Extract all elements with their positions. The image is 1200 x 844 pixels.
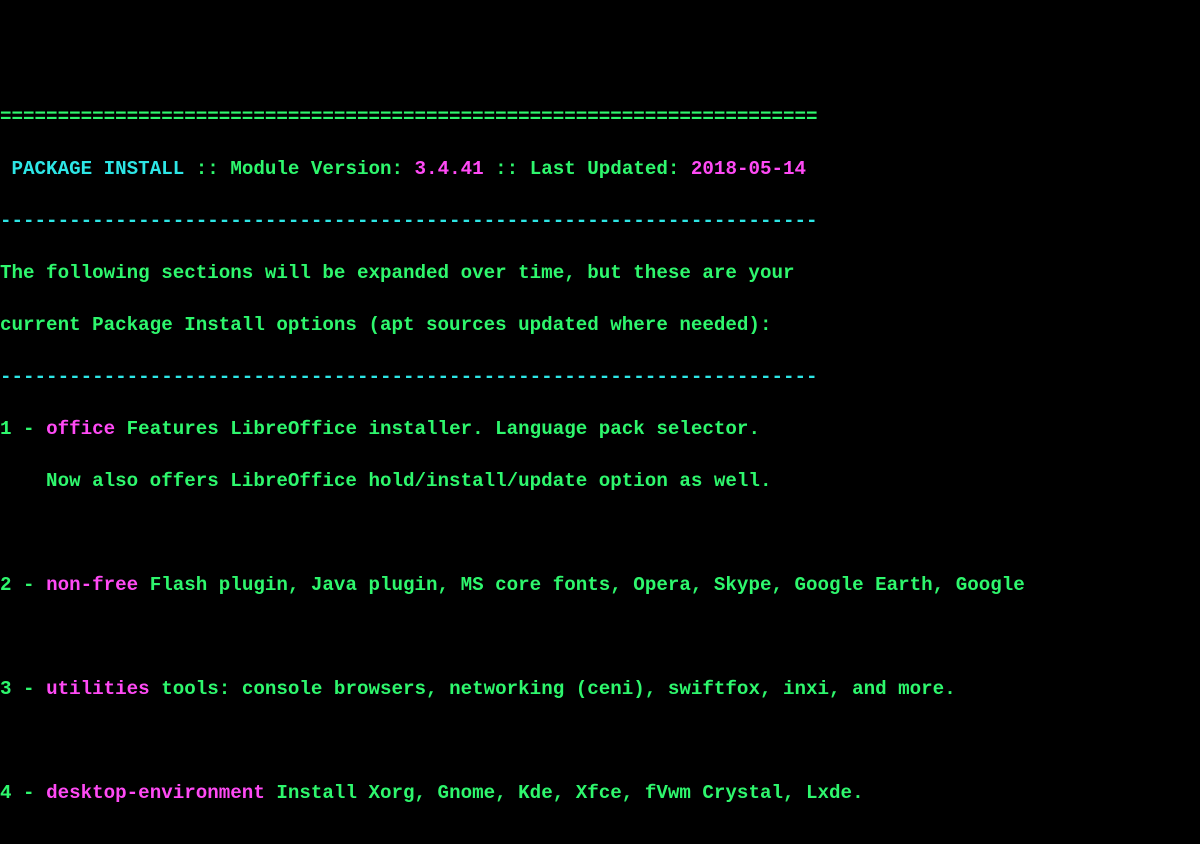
menu-item-num[interactable]: 1 bbox=[0, 418, 12, 440]
menu-item-dash: - bbox=[12, 418, 47, 440]
menu-item-name-utilities[interactable]: utilities bbox=[46, 678, 150, 700]
menu-item-name-desktop-environment[interactable]: desktop-environment bbox=[46, 782, 265, 804]
header-title-package: PACKAGE bbox=[12, 158, 93, 180]
menu-item-num[interactable]: 2 bbox=[0, 574, 12, 596]
menu-item-name-nonfree[interactable]: non-free bbox=[46, 574, 138, 596]
menu-item-dash: - bbox=[12, 782, 47, 804]
last-updated: 2018-05-14 bbox=[691, 158, 806, 180]
menu-item-num[interactable]: 4 bbox=[0, 782, 12, 804]
header-sep-2: :: bbox=[484, 158, 530, 180]
intro-line-2: current Package Install options (apt sou… bbox=[0, 314, 771, 336]
intro-line-1: The following sections will be expanded … bbox=[0, 262, 795, 284]
header-sep-1: :: bbox=[184, 158, 230, 180]
menu-item-desc: Features LibreOffice installer. Language… bbox=[115, 418, 760, 440]
menu-item-desc-extra: Now also offers LibreOffice hold/install… bbox=[0, 470, 771, 492]
divider-eq-top: ========================================… bbox=[0, 106, 818, 128]
last-updated-label: Last Updated: bbox=[530, 158, 691, 180]
menu-item-desc: tools: console browsers, networking (cen… bbox=[150, 678, 956, 700]
menu-item-dash: - bbox=[12, 574, 47, 596]
divider-dash-1: ----------------------------------------… bbox=[0, 210, 818, 232]
menu-item-dash: - bbox=[12, 678, 47, 700]
menu-item-num[interactable]: 3 bbox=[0, 678, 12, 700]
module-version-label: Module Version: bbox=[230, 158, 414, 180]
menu-item-desc: Install Xorg, Gnome, Kde, Xfce, fVwm Cry… bbox=[265, 782, 864, 804]
divider-dash-2: ----------------------------------------… bbox=[0, 366, 818, 388]
menu-item-desc: Flash plugin, Java plugin, MS core fonts… bbox=[138, 574, 1025, 596]
menu-item-name-office[interactable]: office bbox=[46, 418, 115, 440]
header-title-install: INSTALL bbox=[104, 158, 185, 180]
module-version: 3.4.41 bbox=[415, 158, 484, 180]
